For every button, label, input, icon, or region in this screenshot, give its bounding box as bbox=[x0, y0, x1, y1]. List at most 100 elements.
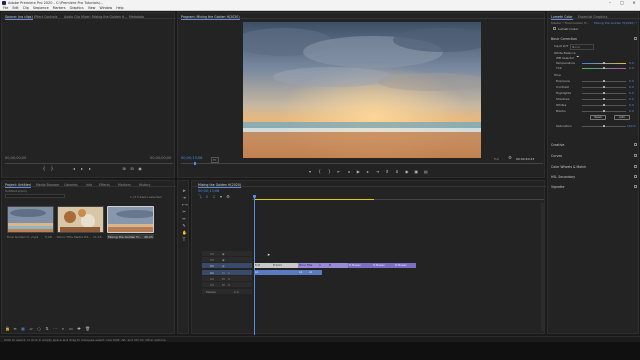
go-to-out-icon[interactable]: ⇥ bbox=[376, 170, 380, 174]
hand-tool-icon[interactable]: ✋ bbox=[182, 231, 187, 235]
export-frame-icon[interactable]: ◉ bbox=[405, 170, 409, 174]
track-header-v2[interactable]: V2 ◉ bbox=[202, 257, 252, 262]
enable-creative-checkbox[interactable] bbox=[634, 143, 637, 146]
quality-select[interactable]: Full bbox=[494, 157, 499, 161]
tab-lumetri-color[interactable]: Lumetri Color bbox=[551, 15, 573, 20]
program-timecode[interactable]: 00;00;13;06 bbox=[181, 156, 202, 160]
icon-view-icon[interactable]: ▦ bbox=[21, 327, 25, 331]
enable-hsl-checkbox[interactable] bbox=[634, 175, 637, 178]
mute-icon[interactable]: M bbox=[222, 271, 225, 275]
menu-clip[interactable]: Clip bbox=[23, 6, 29, 11]
section-hsl-secondary[interactable]: HSL Secondary bbox=[551, 175, 575, 179]
pen-tool-icon[interactable]: ✎ bbox=[182, 224, 186, 228]
solo-icon[interactable]: S bbox=[228, 277, 230, 281]
slip-tool-icon[interactable]: ↔ bbox=[182, 217, 186, 221]
search-icon[interactable]: ⌕ bbox=[61, 327, 65, 331]
menu-edit[interactable]: Edit bbox=[12, 6, 18, 11]
snap-icon[interactable]: ∩ bbox=[205, 195, 209, 199]
mark-out-icon[interactable]: } bbox=[50, 167, 54, 171]
mute-icon[interactable]: M bbox=[222, 277, 225, 281]
master-value[interactable]: 0.0 bbox=[234, 290, 239, 294]
project-item-thumb[interactable] bbox=[7, 206, 54, 233]
mute-icon[interactable]: M bbox=[222, 283, 225, 287]
tint-value[interactable]: 0.0 bbox=[629, 66, 634, 70]
auto-button[interactable]: Auto bbox=[614, 115, 630, 120]
marker-icon[interactable]: ▾ bbox=[308, 170, 312, 174]
tab-project[interactable]: Project: Untitled bbox=[5, 183, 31, 188]
ripple-edit-tool-icon[interactable]: ⟷ bbox=[182, 203, 188, 207]
freeform-view-icon[interactable]: ▱ bbox=[29, 327, 33, 331]
insert-sequence-icon[interactable]: ⤵ bbox=[198, 195, 202, 199]
section-vignette[interactable]: Vignette bbox=[551, 185, 564, 189]
step-forward-icon[interactable]: ▸ bbox=[88, 167, 92, 171]
menu-file[interactable]: File bbox=[3, 6, 8, 11]
export-frame-icon[interactable]: ◉ bbox=[138, 167, 142, 171]
program-playhead[interactable] bbox=[194, 161, 196, 165]
shadows-knob[interactable] bbox=[603, 98, 605, 100]
settings-icon[interactable]: ▤ bbox=[424, 170, 428, 174]
saturation-knob[interactable] bbox=[603, 125, 605, 127]
work-area-bar[interactable] bbox=[254, 198, 374, 200]
enable-color-wheels-checkbox[interactable] bbox=[634, 165, 637, 168]
source-scrub-bar[interactable] bbox=[5, 163, 173, 164]
whites-knob[interactable] bbox=[603, 104, 605, 106]
tab-metadata[interactable]: Metadata bbox=[129, 15, 144, 19]
tab-effects[interactable]: Effects bbox=[99, 183, 110, 187]
lift-icon[interactable]: ⊼ bbox=[385, 170, 389, 174]
tab-audio-clip-mixer[interactable]: Audio Clip Mixer: Mixing the Golden H... bbox=[64, 15, 127, 19]
step-forward-icon[interactable]: ▸ bbox=[366, 170, 370, 174]
linked-selection-icon[interactable]: ⊂ bbox=[212, 195, 216, 199]
tint-knob[interactable] bbox=[603, 67, 605, 69]
trash-icon[interactable]: 🗑 bbox=[85, 327, 90, 331]
clip-fx-mosaic[interactable]: fx Mosaic bbox=[348, 263, 372, 268]
automate-icon[interactable]: ⋯ bbox=[53, 327, 57, 331]
menu-markers[interactable]: Markers bbox=[53, 6, 66, 11]
step-back-icon[interactable]: ◂ bbox=[347, 170, 351, 174]
list-view-icon[interactable]: ≡ bbox=[13, 327, 17, 331]
program-scrub-bar[interactable] bbox=[181, 163, 543, 164]
clip-v1-d[interactable]: A bbox=[318, 263, 328, 268]
clip-v1-b[interactable]: B Solid bbox=[272, 263, 298, 268]
zoom-slider-icon[interactable]: ○ bbox=[37, 327, 41, 331]
track-header-a3[interactable]: A3 M S bbox=[202, 282, 252, 287]
highlights-value[interactable]: 0.0 bbox=[629, 91, 634, 95]
tab-essential-graphics[interactable]: Essential Graphics bbox=[578, 15, 607, 19]
whites-value[interactable]: 0.0 bbox=[629, 103, 634, 107]
section-creative[interactable]: Creative bbox=[551, 143, 564, 147]
section-basic-correction[interactable]: Basic Correction bbox=[551, 37, 577, 41]
exposure-knob[interactable] bbox=[603, 80, 605, 82]
contrast-value[interactable]: 0.0 bbox=[629, 85, 634, 89]
lumetri-clip-label[interactable]: Mixing the Golden H(2020) * Final Golden… bbox=[594, 21, 638, 25]
add-marker-icon[interactable]: ▾ bbox=[219, 195, 223, 199]
saturation-value[interactable]: 100.0 bbox=[627, 124, 636, 128]
section-curves[interactable]: Curves bbox=[551, 154, 562, 158]
step-back-icon[interactable]: ◂ bbox=[72, 167, 76, 171]
lock-icon[interactable]: 🔒 bbox=[5, 327, 10, 331]
menu-graphics[interactable]: Graphics bbox=[70, 6, 84, 11]
tab-program[interactable]: Program: Mixing the Golden H(2020) bbox=[181, 15, 240, 20]
shadows-value[interactable]: 0.0 bbox=[629, 97, 634, 101]
clip-v1-e[interactable]: B bbox=[328, 263, 348, 268]
selection-tool-icon[interactable]: ➤ bbox=[182, 189, 186, 193]
track-header-a2[interactable]: A2 M S bbox=[202, 276, 252, 281]
tab-libraries[interactable]: Libraries bbox=[64, 183, 78, 187]
program-video-frame[interactable] bbox=[243, 22, 481, 158]
blacks-knob[interactable] bbox=[603, 110, 605, 112]
track-header-v3[interactable]: V3 ◉ bbox=[202, 251, 252, 256]
tab-effect-controls[interactable]: Effect Controls bbox=[34, 15, 57, 19]
eye-icon[interactable]: ◉ bbox=[222, 252, 225, 256]
highlights-knob[interactable] bbox=[603, 92, 605, 94]
eye-icon[interactable]: ◉ bbox=[222, 264, 225, 268]
tab-source[interactable]: Source: (no clips) bbox=[5, 15, 33, 20]
clip-v1-a[interactable]: Fold bbox=[254, 263, 272, 268]
temperature-knob[interactable] bbox=[603, 62, 605, 64]
timeline-timecode[interactable]: 00;00;13;06 bbox=[198, 189, 219, 193]
project-item-thumb[interactable] bbox=[57, 206, 104, 233]
type-tool-icon[interactable]: T bbox=[182, 238, 186, 242]
section-color-wheels[interactable]: Color Wheels & Match bbox=[551, 165, 586, 169]
clip-fx-mosaic[interactable]: fx Mosaic bbox=[372, 263, 394, 268]
eyedropper-icon[interactable]: ✒ bbox=[576, 55, 580, 59]
tab-media-browser[interactable]: Media Browser bbox=[36, 183, 60, 187]
solo-icon[interactable]: S bbox=[228, 271, 230, 275]
input-lut-select[interactable]: None bbox=[570, 44, 594, 50]
